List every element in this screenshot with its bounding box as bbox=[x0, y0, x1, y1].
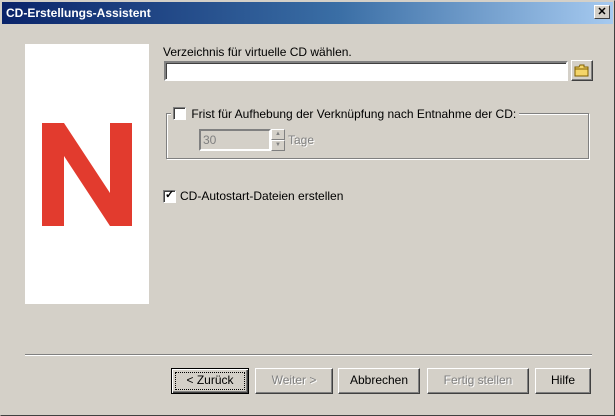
close-icon: ✕ bbox=[597, 6, 607, 18]
wizard-window: CD-Erstellungs-Assistent ✕ Verzeichnis f… bbox=[0, 0, 615, 416]
days-spin-down[interactable]: ▼ bbox=[271, 140, 285, 151]
back-button[interactable]: < Zurück bbox=[171, 368, 249, 394]
check-icon: ✓ bbox=[165, 189, 175, 201]
title-bar: CD-Erstellungs-Assistent ✕ bbox=[2, 2, 613, 24]
back-button-label: < Zurück bbox=[186, 373, 234, 387]
folder-icon bbox=[574, 64, 589, 77]
expiry-checkbox[interactable] bbox=[173, 107, 186, 120]
help-button-label: Hilfe bbox=[550, 373, 575, 387]
autostart-label: CD-Autostart-Dateien erstellen bbox=[180, 189, 344, 203]
directory-input[interactable] bbox=[164, 61, 568, 81]
close-button[interactable]: ✕ bbox=[594, 5, 610, 19]
next-button[interactable]: Weiter > bbox=[255, 368, 333, 394]
arrow-down-icon: ▼ bbox=[275, 142, 281, 148]
expiry-checkbox-label: Frist für Aufhebung der Verknüpfung nach… bbox=[191, 107, 517, 121]
logo-panel bbox=[25, 44, 149, 304]
next-button-label: Weiter > bbox=[271, 373, 317, 387]
window-title: CD-Erstellungs-Assistent bbox=[6, 6, 151, 20]
finish-button-label: Fertig stellen bbox=[443, 373, 513, 387]
days-spin-up[interactable]: ▲ bbox=[271, 129, 285, 140]
cancel-button[interactable]: Abbrechen bbox=[338, 368, 420, 394]
novell-n-logo bbox=[42, 123, 132, 226]
cancel-button-label: Abbrechen bbox=[349, 373, 409, 387]
expiry-group-legend: Frist für Aufhebung der Verknüpfung nach… bbox=[171, 105, 520, 121]
button-separator bbox=[25, 354, 592, 356]
days-unit-label: Tage bbox=[288, 133, 315, 147]
browse-button[interactable] bbox=[571, 60, 593, 81]
days-input[interactable]: 30 bbox=[199, 129, 271, 151]
finish-button[interactable]: Fertig stellen bbox=[427, 368, 529, 394]
autostart-checkbox[interactable]: ✓ bbox=[163, 189, 176, 203]
arrow-up-icon: ▲ bbox=[275, 131, 281, 137]
help-button[interactable]: Hilfe bbox=[535, 368, 591, 394]
directory-label: Verzeichnis für virtuelle CD wählen. bbox=[163, 45, 352, 59]
